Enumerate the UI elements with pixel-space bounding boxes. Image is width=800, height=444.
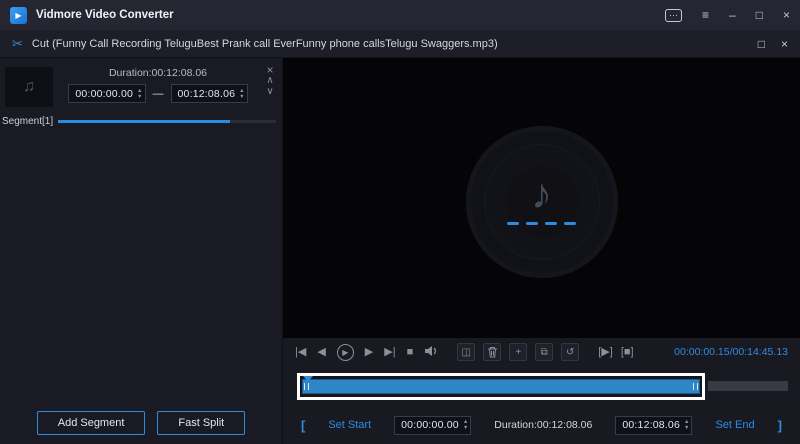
chevron-up-icon[interactable]: ∧ [266,76,273,86]
segment-duration-label: Duration:00:12:08.06 [60,65,256,84]
menu-icon[interactable]: ≡ [702,9,709,21]
app-logo-icon: ▶ [10,7,27,24]
trim-start-spinner[interactable]: ▲ ▼ [463,419,468,431]
music-note-icon: ♫ [23,78,35,96]
segment-list-item[interactable]: Segment[1] [0,116,282,127]
trim-duration-label: Duration:00:12:08.06 [494,419,592,431]
add-segment-icon[interactable]: + [509,343,527,361]
spin-down-icon[interactable]: ▼ [684,425,689,431]
cut-dialog-header: ✂ Cut (Funny Call Recording TeluguBest P… [0,30,800,58]
timeline-remainder-track[interactable] [708,381,788,391]
set-start-button[interactable]: Set Start [328,419,371,431]
split-segment-icon[interactable]: ◫ [457,343,475,361]
timeline-range-slider[interactable] [302,379,700,394]
fast-split-button[interactable]: Fast Split [157,411,245,435]
trim-end-spinner[interactable]: ▲ ▼ [684,419,689,431]
segment-end-time-input[interactable]: 00:12:08.06 ▲ ▼ [171,84,248,103]
stop-icon[interactable]: ■ [407,347,414,358]
timeline-area [283,366,800,406]
trim-footer: [ Set Start 00:00:00.00 ▲ ▼ Duration:00:… [283,406,800,444]
stop-segment-icon[interactable]: [■] [621,347,634,358]
segment-start-time-value: 00:00:00.00 [75,88,133,100]
segment-item-controls: × ∧ ∨ [263,65,277,107]
cut-maximize-icon[interactable]: □ [758,37,765,51]
segment-progress-bar[interactable] [58,120,276,123]
spin-down-icon[interactable]: ▼ [463,425,468,431]
segment-end-time-value: 00:12:08.06 [178,88,236,100]
play-segment-icon[interactable]: [▶] [598,347,613,358]
segment-name-label: Segment[1] [2,116,52,127]
segment-start-time-input[interactable]: 00:00:00.00 ▲ ▼ [68,84,145,103]
spin-down-icon[interactable]: ▼ [239,94,244,100]
playback-controls: |◀ ◀ ▶ ▶ ▶| ■ ◫ + ⧉ ↺ [▶] [■] 00:00: [283,338,800,366]
segment-card: ♫ Duration:00:12:08.06 00:00:00.00 ▲ ▼ —… [0,58,282,107]
minimize-icon[interactable]: – [729,9,736,21]
window-title: Vidmore Video Converter [36,9,174,21]
preview-panel: ♪ |◀ ◀ ▶ ▶ ▶| ■ ◫ + ⧉ ↺ [283,58,800,444]
add-segment-button[interactable]: Add Segment [37,411,146,435]
segment-time-row: 00:00:00.00 ▲ ▼ — 00:12:08.06 ▲ ▼ [60,84,256,103]
cut-dialog-title: Cut (Funny Call Recording TeluguBest Pra… [32,38,498,50]
delete-segment-icon[interactable] [483,343,501,361]
segment-progress-fill [58,120,230,123]
next-frame-icon[interactable]: ▶ [365,347,373,358]
copy-segment-icon[interactable]: ⧉ [535,343,553,361]
reset-icon[interactable]: ↺ [561,343,579,361]
segment-end-spinner[interactable]: ▲ ▼ [239,88,244,100]
audio-disc-artwork: ♪ [466,126,618,278]
segment-actions: Add Segment Fast Split [0,411,282,435]
window-controls: ⋯ ≡ – □ × [665,9,790,22]
skip-to-start-icon[interactable]: |◀ [295,347,306,358]
time-separator: — [153,88,164,100]
segment-times: Duration:00:12:08.06 00:00:00.00 ▲ ▼ — 0… [60,65,256,107]
segment-start-spinner[interactable]: ▲ ▼ [137,88,142,100]
start-bracket-icon[interactable]: [ [301,418,305,433]
play-button[interactable]: ▶ [337,344,354,361]
playback-time-display: 00:00:00.15/00:14:45.13 [674,346,788,358]
scissors-icon: ✂ [12,36,23,52]
cut-dialog-controls: □ × [758,37,788,51]
playhead-marker[interactable] [303,376,313,382]
trim-start-time-input[interactable]: 00:00:00.00 ▲ ▼ [394,416,471,435]
feedback-icon[interactable]: ⋯ [665,9,682,22]
music-note-icon: ♪ [531,170,552,218]
spin-down-icon[interactable]: ▼ [137,94,142,100]
segment-panel: ♫ Duration:00:12:08.06 00:00:00.00 ▲ ▼ —… [0,58,283,444]
close-icon[interactable]: × [783,9,790,21]
previous-frame-icon[interactable]: ◀ [317,347,325,358]
chevron-down-icon[interactable]: ∨ [266,87,273,97]
set-end-button[interactable]: Set End [715,419,754,431]
segment-thumbnail[interactable]: ♫ [5,67,53,107]
trim-start-value: 00:00:00.00 [401,419,459,431]
trim-end-time-input[interactable]: 00:12:08.06 ▲ ▼ [615,416,692,435]
maximize-icon[interactable]: □ [756,9,763,21]
audio-dashes-decoration [507,222,576,225]
end-bracket-icon[interactable]: ] [778,418,782,433]
play-icon: ▶ [342,348,348,357]
main-area: ♫ Duration:00:12:08.06 00:00:00.00 ▲ ▼ —… [0,58,800,444]
cut-close-icon[interactable]: × [781,37,788,51]
titlebar: ▶ Vidmore Video Converter ⋯ ≡ – □ × [0,0,800,30]
video-preview: ♪ [283,58,800,338]
segment-playback-group: [▶] [■] [598,347,633,358]
edit-tools-group: ◫ + ⧉ ↺ [457,343,579,361]
trim-end-value: 00:12:08.06 [622,419,680,431]
segment-close-icon[interactable]: × [266,65,273,75]
timeline-highlight-annotation [297,373,705,400]
skip-to-end-icon[interactable]: ▶| [384,347,395,358]
volume-icon[interactable] [424,345,438,360]
